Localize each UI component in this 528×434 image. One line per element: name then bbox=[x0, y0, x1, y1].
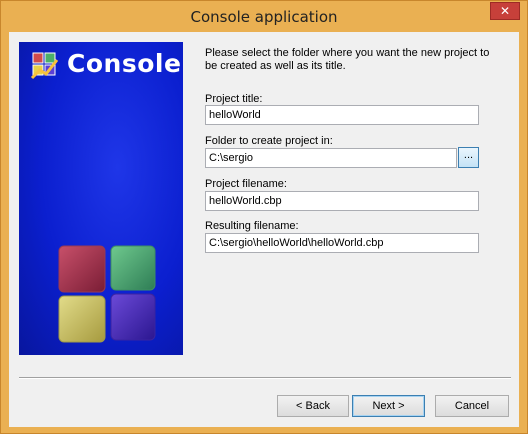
dialog-window: Console application ✕ Console Please sel… bbox=[0, 0, 528, 434]
folder-input[interactable]: C:\sergio bbox=[205, 148, 457, 168]
title-bar[interactable]: Console application ✕ bbox=[1, 1, 527, 31]
cubes-graphic bbox=[58, 245, 156, 343]
browse-button[interactable]: ... bbox=[458, 147, 479, 168]
cancel-button[interactable]: Cancel bbox=[435, 395, 509, 417]
close-icon: ✕ bbox=[499, 4, 511, 18]
folder-label: Folder to create project in: bbox=[205, 135, 333, 147]
window-title: Console application bbox=[190, 8, 338, 26]
wizard-banner: Console bbox=[19, 42, 183, 355]
close-button[interactable]: ✕ bbox=[490, 2, 520, 20]
project-title-label: Project title: bbox=[205, 93, 263, 105]
dialog-client-area: Console Please select the folder where y… bbox=[9, 32, 519, 427]
resulting-filename-input[interactable]: C:\sergio\helloWorld\helloWorld.cbp bbox=[205, 233, 479, 253]
resulting-filename-label: Resulting filename: bbox=[205, 220, 299, 232]
project-title-input[interactable]: helloWorld bbox=[205, 105, 479, 125]
codeblocks-logo-icon bbox=[30, 52, 59, 80]
back-button[interactable]: < Back bbox=[277, 395, 349, 417]
intro-text: Please select the folder where you want … bbox=[205, 47, 490, 72]
separator bbox=[19, 377, 511, 379]
next-button[interactable]: Next > bbox=[352, 395, 425, 417]
project-filename-input[interactable]: helloWorld.cbp bbox=[205, 191, 479, 211]
banner-title: Console bbox=[67, 49, 182, 78]
project-filename-label: Project filename: bbox=[205, 178, 287, 190]
